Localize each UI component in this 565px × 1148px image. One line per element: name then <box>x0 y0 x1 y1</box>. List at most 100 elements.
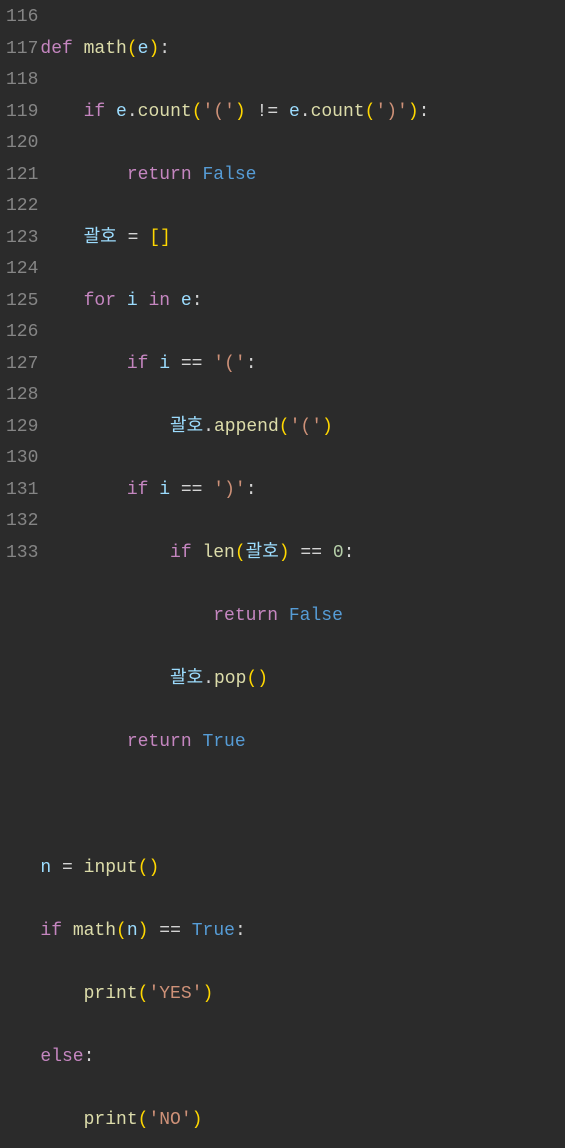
keyword-if: if <box>127 354 149 374</box>
keyword-in: in <box>148 291 170 311</box>
var: 괄호 <box>170 669 203 689</box>
line-number: 129 <box>6 412 38 444</box>
bracket: [ <box>149 228 160 248</box>
var: n <box>127 921 138 941</box>
paren: ( <box>138 858 149 878</box>
code-line: if i == ')': <box>40 475 565 507</box>
keyword-return: return <box>213 606 278 626</box>
dot: . <box>300 102 311 122</box>
operator-eqeq: == <box>159 921 181 941</box>
builtin-len: len <box>202 543 234 563</box>
colon: : <box>84 1047 95 1067</box>
paren: ( <box>138 1110 149 1130</box>
line-number: 120 <box>6 128 38 160</box>
code-line: if len(괄호) == 0: <box>40 538 565 570</box>
var: i <box>127 291 138 311</box>
var: 괄호 <box>246 543 279 563</box>
function-call: math <box>73 921 116 941</box>
paren: ( <box>116 921 127 941</box>
method-count: count <box>311 102 365 122</box>
operator-eq: = <box>128 228 139 248</box>
paren: ( <box>138 984 149 1004</box>
keyword-else: else <box>40 1047 83 1067</box>
line-number: 126 <box>6 317 38 349</box>
line-number: 133 <box>6 538 38 570</box>
keyword-if: if <box>84 102 106 122</box>
line-number: 119 <box>6 97 38 129</box>
number: 0 <box>333 543 344 563</box>
line-number: 131 <box>6 475 38 507</box>
colon: : <box>159 39 170 59</box>
paren: ) <box>257 669 268 689</box>
line-number: 117 <box>6 34 38 66</box>
code-line: 괄호.pop() <box>40 664 565 696</box>
code-line: return False <box>40 601 565 633</box>
code-line: print('NO') <box>40 1105 565 1137</box>
const-true: True <box>192 921 235 941</box>
operator-eqeq: == <box>300 543 322 563</box>
line-number: 128 <box>6 380 38 412</box>
builtin-input: input <box>84 858 138 878</box>
colon: : <box>235 921 246 941</box>
code-line: for i in e: <box>40 286 565 318</box>
colon: : <box>419 102 430 122</box>
keyword-if: if <box>170 543 192 563</box>
operator-eqeq: == <box>181 354 203 374</box>
dot: . <box>203 417 214 437</box>
string: '(' <box>290 417 322 437</box>
keyword-return: return <box>127 165 192 185</box>
const-false: False <box>202 165 256 185</box>
paren: ) <box>192 1110 203 1130</box>
builtin-print: print <box>84 1110 138 1130</box>
var: i <box>159 354 170 374</box>
paren: ) <box>235 102 246 122</box>
var: e <box>289 102 300 122</box>
line-number: 118 <box>6 65 38 97</box>
var: n <box>40 858 51 878</box>
dot: . <box>203 669 214 689</box>
code-area[interactable]: def math(e): if e.count('(') != e.count(… <box>40 2 565 1148</box>
line-number: 116 <box>6 2 38 34</box>
method-pop: pop <box>214 669 246 689</box>
paren: ( <box>246 669 257 689</box>
paren: ( <box>235 543 246 563</box>
paren: ) <box>408 102 419 122</box>
code-line: 괄호.append('(') <box>40 412 565 444</box>
code-line: if math(n) == True: <box>40 916 565 948</box>
string: 'YES' <box>148 984 202 1004</box>
line-number: 124 <box>6 254 38 286</box>
code-line: n = input() <box>40 853 565 885</box>
string: 'NO' <box>148 1110 191 1130</box>
colon: : <box>246 480 257 500</box>
const-false: False <box>289 606 343 626</box>
line-number: 130 <box>6 443 38 475</box>
line-number: 123 <box>6 223 38 255</box>
var: e <box>181 291 192 311</box>
var: 괄호 <box>84 228 117 248</box>
colon: : <box>344 543 355 563</box>
string: '(' <box>213 354 245 374</box>
method-append: append <box>214 417 279 437</box>
bracket: ] <box>160 228 171 248</box>
line-number: 125 <box>6 286 38 318</box>
line-number-gutter: 116 117 118 119 120 121 122 123 124 125 … <box>0 2 40 1148</box>
param: e <box>138 39 149 59</box>
code-line: print('YES') <box>40 979 565 1011</box>
string: ')' <box>375 102 407 122</box>
operator-eq: = <box>62 858 73 878</box>
code-line: if e.count('(') != e.count(')'): <box>40 97 565 129</box>
code-line: return False <box>40 160 565 192</box>
var: i <box>159 480 170 500</box>
string: ')' <box>213 480 245 500</box>
line-number: 121 <box>6 160 38 192</box>
keyword-if: if <box>127 480 149 500</box>
dot: . <box>127 102 138 122</box>
code-line: else: <box>40 1042 565 1074</box>
code-line: return True <box>40 727 565 759</box>
method-count: count <box>138 102 192 122</box>
paren: ) <box>148 858 159 878</box>
line-number: 132 <box>6 506 38 538</box>
paren: ( <box>127 39 138 59</box>
string: '(' <box>203 102 235 122</box>
operator-eqeq: == <box>181 480 203 500</box>
